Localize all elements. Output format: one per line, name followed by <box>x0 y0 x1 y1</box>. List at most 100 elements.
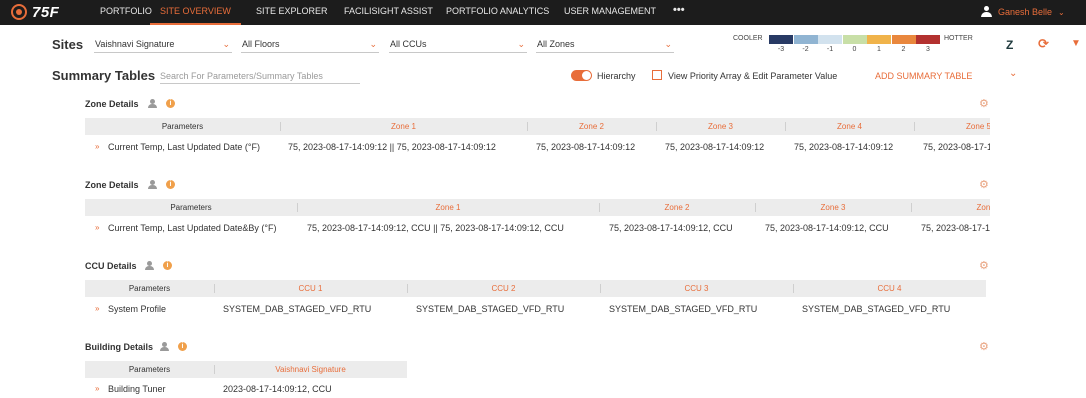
gear-icon[interactable]: ⚙ <box>979 97 989 110</box>
hierarchy-toggle[interactable] <box>571 70 592 81</box>
column-header: Zone 3 <box>820 203 846 212</box>
logo-text: 75F <box>32 3 60 21</box>
nav-more-icon[interactable]: ••• <box>673 0 685 25</box>
chevron-down-icon: ⌄ <box>1058 7 1065 17</box>
column-header: Vaishnavi Signature <box>275 365 346 374</box>
table-cell: 75, 2023-08-17-14:09:12 <box>923 142 990 152</box>
table-row: » System Profile SYSTEM_DAB_STAGED_VFD_R… <box>85 304 986 318</box>
nav-site-overview[interactable]: SITE OVERVIEW <box>150 0 241 25</box>
legend-swatch <box>891 35 916 44</box>
table-cell: 75, 2023-08-17-14:09:12, CCU || 75, 2023… <box>307 223 564 233</box>
parameter-name: Building Tuner <box>108 384 166 394</box>
expand-arrow-icon[interactable]: » <box>95 142 99 151</box>
legend-tick: 2 <box>901 46 906 53</box>
site-select-value: Vaishnavi Signature <box>95 39 175 49</box>
user-icon <box>981 6 992 18</box>
table-cell: 75, 2023-08-17-14:09:12, CCU <box>921 223 990 233</box>
section-title: Zone Details <box>85 99 139 109</box>
chevron-down-icon: ⌄ <box>517 39 525 49</box>
chevron-down-icon: ⌄ <box>664 39 672 49</box>
gear-icon[interactable]: ⚙ <box>979 340 989 353</box>
person-icon[interactable] <box>145 261 154 270</box>
table-cell: SYSTEM_DAB_STAGED_VFD_RTU <box>416 304 565 314</box>
logo-icon <box>11 4 27 20</box>
ccu-select[interactable]: All CCUs ⌄ <box>389 37 527 53</box>
info-icon[interactable]: i <box>166 99 175 108</box>
floor-select[interactable]: All Floors ⌄ <box>241 37 379 53</box>
nav-site-explorer[interactable]: SITE EXPLORER <box>256 0 328 25</box>
nav-portfolio[interactable]: PORTFOLIO <box>100 0 152 25</box>
gear-icon[interactable]: ⚙ <box>979 178 989 191</box>
person-icon[interactable] <box>148 180 157 189</box>
column-header: Zone 5 <box>966 122 990 131</box>
logo[interactable]: 75F <box>11 3 59 21</box>
column-header: Zone 1 <box>435 203 461 212</box>
expand-arrow-icon[interactable]: » <box>95 304 99 313</box>
priority-array-label: View Priority Array & Edit Parameter Val… <box>668 71 838 81</box>
column-header: Parameters <box>170 203 212 212</box>
table-cell: 75, 2023-08-17-14:09:12, CCU <box>609 223 733 233</box>
legend-swatch <box>842 35 867 44</box>
expand-arrow-icon[interactable]: » <box>95 384 99 393</box>
user-menu[interactable]: Ganesh Belle ⌄ <box>981 4 1065 20</box>
priority-array-checkbox[interactable] <box>652 70 662 80</box>
table-cell: 75, 2023-08-17-14:09:12 <box>536 142 636 152</box>
parameter-name: Current Temp, Last Updated Date (°F) <box>108 142 260 152</box>
table-row: » Current Temp, Last Updated Date&By (°F… <box>85 223 990 237</box>
legend-tick: 0 <box>852 46 857 53</box>
summary-search-input[interactable] <box>160 68 360 84</box>
zone-select[interactable]: All Zones ⌄ <box>536 37 674 53</box>
section-title: Building Details <box>85 342 154 352</box>
table-header: Parameters Vaishnavi Signature <box>85 361 407 378</box>
legend-swatch <box>793 35 818 44</box>
person-icon[interactable] <box>148 99 157 108</box>
table-row: » Building Tuner 2023-08-17-14:09:12, CC… <box>85 384 407 398</box>
nav-facilisight-assist[interactable]: FACILISIGHT ASSIST <box>344 0 433 25</box>
parameter-name: Current Temp, Last Updated Date&By (°F) <box>108 223 277 233</box>
table-cell: SYSTEM_DAB_STAGED_VFD_RTU <box>609 304 758 314</box>
column-header: Parameters <box>128 284 171 293</box>
legend-cooler-label: COOLER <box>733 35 763 42</box>
legend-hotter-label: HOTTER <box>944 35 973 42</box>
sites-label: Sites <box>52 37 84 52</box>
person-icon[interactable] <box>160 342 169 351</box>
user-name: Ganesh Belle <box>998 7 1053 17</box>
hierarchy-label: Hierarchy <box>597 71 636 81</box>
floor-select-value: All Floors <box>242 39 280 49</box>
expand-arrow-icon[interactable]: » <box>95 223 99 232</box>
legend-tick: 1 <box>877 46 881 53</box>
table-cell: SYSTEM_DAB_STAGED_VFD_RTU <box>223 304 372 314</box>
gear-icon[interactable]: ⚙ <box>979 259 989 272</box>
filter-icon[interactable]: ▼ <box>1071 38 1081 49</box>
top-nav: 75F PORTFOLIO SITE OVERVIEW SITE EXPLORE… <box>0 0 1086 25</box>
table-header: Parameters Zone 1 Zone 2 Zone 3 Zone 4 Z… <box>85 118 990 135</box>
chevron-down-icon[interactable]: ⌄ <box>1009 68 1017 79</box>
table-cell: 75, 2023-08-17-14:09:12 <box>794 142 894 152</box>
nav-portfolio-analytics[interactable]: PORTFOLIO ANALYTICS <box>446 0 549 25</box>
info-icon[interactable]: i <box>178 342 187 351</box>
site-select[interactable]: Vaishnavi Signature ⌄ <box>94 37 232 53</box>
legend-tick: -2 <box>802 46 809 53</box>
table-cell: 75, 2023-08-17-14:09:12 || 75, 2023-08-1… <box>288 142 496 152</box>
table-cell: 75, 2023-08-17-14:09:12, CCU <box>765 223 889 233</box>
zone-select-value: All Zones <box>537 39 575 49</box>
table-cell: 75, 2023-08-17-14:09:12 <box>665 142 765 152</box>
column-header: Parameters <box>161 122 204 131</box>
column-header: Parameters <box>128 365 171 374</box>
table-header: Parameters Zone 1 Zone 2 Zone 3 Zone 4 <box>85 199 990 216</box>
summary-tables-title: Summary Tables <box>52 68 156 83</box>
table-row: » Current Temp, Last Updated Date (°F) 7… <box>85 142 990 156</box>
info-icon[interactable]: i <box>166 180 175 189</box>
column-header: CCU 4 <box>877 284 902 293</box>
parameter-name: System Profile <box>108 304 167 314</box>
add-summary-table-button[interactable]: ADD SUMMARY TABLE <box>875 71 972 81</box>
legend-swatch <box>818 35 842 44</box>
column-header: Zone 4 <box>837 122 862 131</box>
ccu-select-value: All CCUs <box>390 39 427 49</box>
table-header: Parameters CCU 1 CCU 2 CCU 3 CCU 4 <box>85 280 986 297</box>
section-title: CCU Details <box>85 261 137 271</box>
zendesk-icon[interactable]: Z <box>1006 38 1013 52</box>
nav-user-management[interactable]: USER MANAGEMENT <box>564 0 656 25</box>
info-icon[interactable]: i <box>163 261 172 270</box>
refresh-icon[interactable]: ⟳ <box>1038 36 1049 52</box>
